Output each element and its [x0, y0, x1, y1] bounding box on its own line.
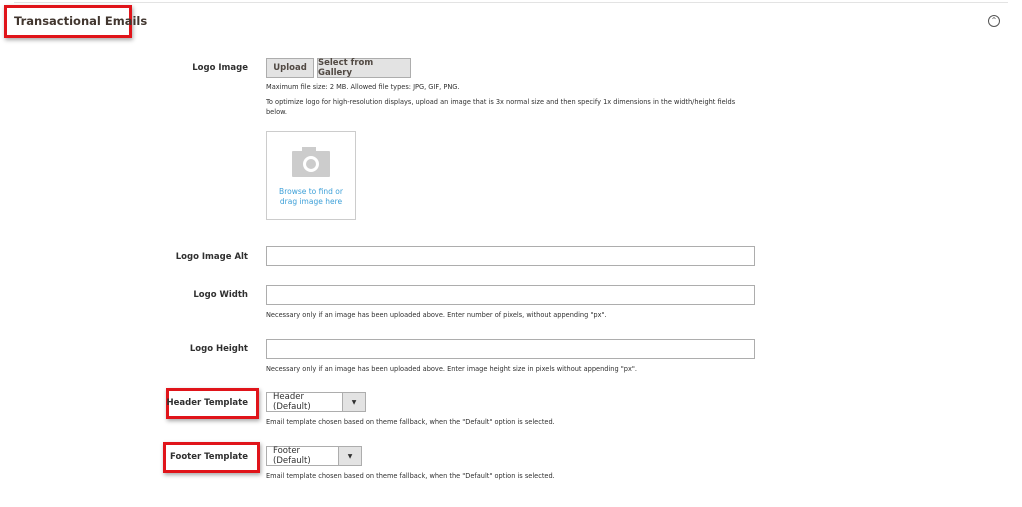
footer-template-value: Footer (Default) [273, 446, 311, 466]
logo-alt-label: Logo Image Alt [175, 252, 248, 262]
logo-width-label: Logo Width [193, 290, 248, 300]
logo-height-input[interactable] [266, 339, 755, 359]
footer-template-label: Footer Template [170, 452, 248, 462]
footer-template-select[interactable]: Footer (Default) ▼ [266, 446, 362, 466]
logo-width-note: Necessary only if an image has been uplo… [266, 311, 607, 319]
logo-image-label: Logo Image [192, 63, 248, 73]
chevron-down-icon[interactable]: ▼ [338, 447, 361, 465]
select-from-gallery-button[interactable]: Select from Gallery [317, 58, 411, 78]
logo-height-note: Necessary only if an image has been uplo… [266, 365, 637, 373]
logo-alt-input[interactable] [266, 246, 755, 266]
file-size-note: Maximum file size: 2 MB. Allowed file ty… [266, 83, 460, 91]
header-template-note: Email template chosen based on theme fal… [266, 418, 555, 426]
logo-width-input[interactable] [266, 285, 755, 305]
divider [14, 2, 1008, 3]
upload-button[interactable]: Upload [266, 58, 314, 78]
resolution-note: To optimize logo for high-resolution dis… [266, 98, 736, 116]
logo-height-label: Logo Height [189, 344, 248, 354]
footer-template-note: Email template chosen based on theme fal… [266, 472, 555, 480]
image-dropzone[interactable]: Browse to find or drag image here [266, 131, 356, 220]
chevron-down-icon[interactable]: ▼ [342, 393, 365, 411]
section-title[interactable]: Transactional Emails [14, 14, 147, 28]
header-template-value: Header (Default) [273, 392, 311, 412]
browse-link[interactable]: Browse to find or drag image here [267, 187, 355, 207]
header-template-label: Header Template [166, 398, 248, 408]
header-template-select[interactable]: Header (Default) ▼ [266, 392, 366, 412]
camera-icon [292, 147, 330, 177]
collapse-circle-icon[interactable]: ⌃ [988, 15, 1000, 27]
